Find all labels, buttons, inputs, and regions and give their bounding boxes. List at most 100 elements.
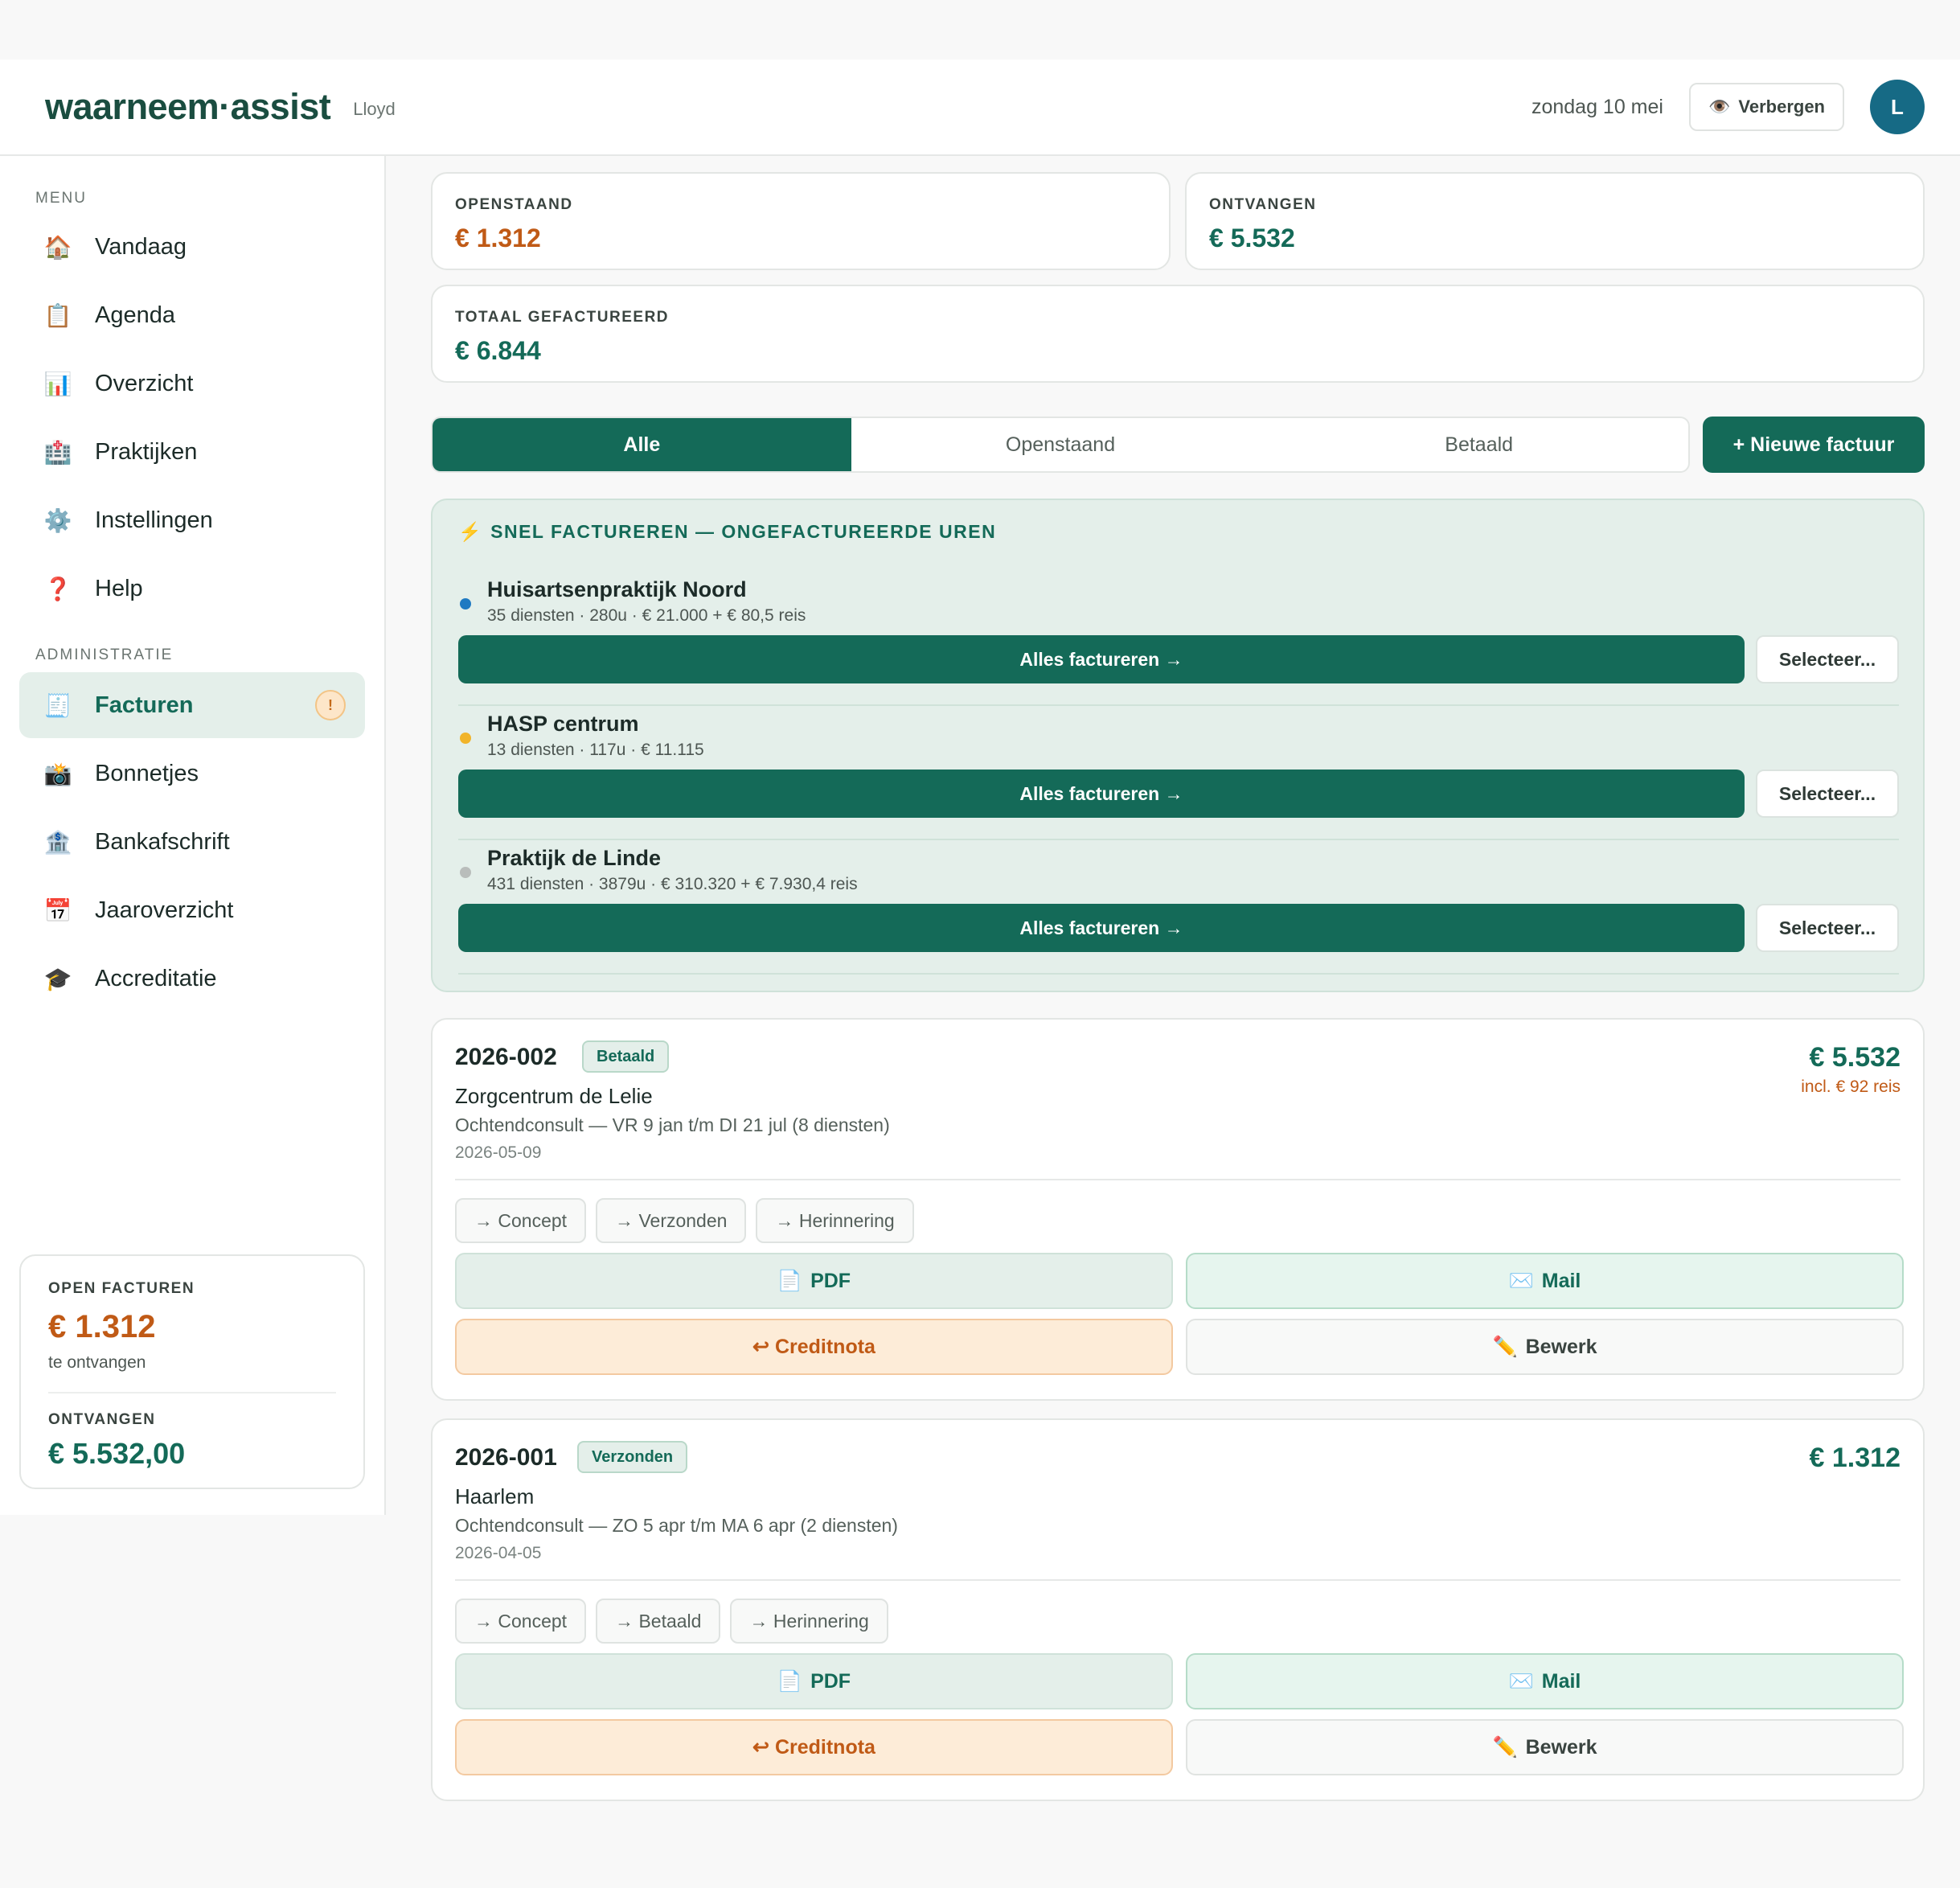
invoice-client: Haarlem [455, 1484, 535, 1508]
quick-row: Praktijk de Linde 431 diensten · 3879u ·… [458, 841, 1899, 975]
sidebar-item-accreditatie[interactable]: 🎓 Accreditatie [19, 946, 365, 1012]
tab-betaald[interactable]: Betaald [1269, 418, 1688, 471]
invoice-number: 2026-002 [455, 1044, 557, 1070]
practice-name: Praktijk de Linde [487, 846, 662, 870]
status-chip-betaald[interactable]: → Betaald [596, 1599, 721, 1644]
status-badge: Verzonden [577, 1441, 688, 1473]
sidebar-item-help[interactable]: ❓ Help [19, 556, 365, 622]
invoice-date: 2026-05-09 [455, 1143, 542, 1162]
pdf-label: PDF [810, 1669, 851, 1693]
sidebar-item-bankafschrift[interactable]: 🏦 Bankafschrift [19, 809, 365, 875]
sidebar-item-jaaroverzicht[interactable]: 📅 Jaaroverzicht [19, 877, 365, 943]
card-divider [455, 1179, 1901, 1180]
stat-value: € 1.312 [455, 224, 541, 252]
practice-color-dot [460, 598, 471, 609]
mail-button[interactable]: ✉️ Mail [1186, 1653, 1904, 1709]
invoice-description: Ochtendconsult — VR 9 jan t/m DI 21 jul … [455, 1114, 890, 1135]
current-date: zondag 10 mei [1531, 95, 1663, 118]
quick-invoice-panel: ⚡ SNEL FACTUREREN — ONGEFACTUREERDE UREN … [431, 499, 1925, 992]
invoice-amount: € 1.312 [1809, 1443, 1901, 1473]
lightning-icon: ⚡ [458, 521, 483, 542]
sidebar-item-overzicht[interactable]: 📊 Overzicht [19, 351, 365, 417]
practice-name: HASP centrum [487, 712, 639, 736]
open-invoices-sub: te ontvangen [48, 1353, 146, 1372]
menu-section-label: MENU [35, 190, 87, 207]
document-icon: 📄 [777, 1269, 803, 1292]
tab-alle[interactable]: Alle [433, 418, 851, 471]
sidebar-item-bonnetjes[interactable]: 📸 Bonnetjes [19, 741, 365, 807]
status-chip-verzonden[interactable]: → Verzonden [596, 1198, 747, 1243]
practice-meta: 13 diensten · 117u · € 11.115 [487, 741, 704, 759]
invoice-description: Ochtendconsult — ZO 5 apr t/m MA 6 apr (… [455, 1515, 898, 1536]
invoice-travel: incl. € 92 reis [1801, 1077, 1901, 1096]
envelope-icon: ✉️ [1508, 1269, 1534, 1292]
invoice-all-button[interactable]: Alles factureren → [458, 770, 1745, 818]
receipt-icon: 🧾 [43, 692, 72, 718]
invoice-client: Zorgcentrum de Lelie [455, 1084, 653, 1108]
question-icon: ❓ [43, 576, 72, 601]
edit-label: Bewerk [1525, 1335, 1597, 1358]
sidebar: MENU 🏠 Vandaag 📋 Agenda 📊 Overzicht 🏥 Pr… [0, 156, 386, 1515]
sidebar-item-vandaag[interactable]: 🏠 Vandaag [19, 214, 365, 280]
eye-icon: 👁️ [1708, 96, 1731, 117]
stat-totaal: TOTAAL GEFACTUREERD € 6.844 [431, 285, 1925, 383]
sidebar-item-label: Bonnetjes [95, 760, 199, 786]
mail-button[interactable]: ✉️ Mail [1186, 1253, 1904, 1309]
card-divider [455, 1579, 1901, 1581]
edit-button[interactable]: ✏️ Bewerk [1186, 1319, 1904, 1375]
credit-note-button[interactable]: ↩ Creditnota [455, 1719, 1173, 1775]
tab-openstaand[interactable]: Openstaand [851, 418, 1270, 471]
avatar[interactable]: L [1870, 80, 1925, 134]
select-button[interactable]: Selecteer... [1756, 635, 1899, 683]
summary-divider [48, 1392, 336, 1393]
received-amount: € 5.532,00 [48, 1437, 186, 1470]
invoice-number: 2026-001 [455, 1444, 557, 1471]
sidebar-item-label: Vandaag [95, 233, 187, 260]
mail-label: Mail [1541, 1269, 1581, 1292]
select-button[interactable]: Selecteer... [1756, 904, 1899, 952]
sidebar-item-label: Praktijken [95, 438, 198, 465]
stat-value: € 6.844 [455, 336, 541, 365]
pdf-button[interactable]: 📄 PDF [455, 1253, 1173, 1309]
status-chip-concept[interactable]: → Concept [455, 1198, 587, 1243]
quick-row: HASP centrum 13 diensten · 117u · € 11.1… [458, 707, 1899, 840]
received-label: ONTVANGEN [48, 1411, 156, 1428]
app-logo[interactable]: waarneem·assist [45, 86, 331, 128]
new-invoice-button[interactable]: + Nieuwe factuur [1703, 417, 1925, 473]
mail-label: Mail [1541, 1669, 1581, 1693]
credit-note-button[interactable]: ↩ Creditnota [455, 1319, 1173, 1375]
edit-button[interactable]: ✏️ Bewerk [1186, 1719, 1904, 1775]
top-bar: waarneem·assist Lloyd zondag 10 mei 👁️ V… [0, 60, 1960, 156]
invoice-filter-tabs: Alle Openstaand Betaald [431, 417, 1690, 473]
status-actions: → Concept → Betaald → Herinnering [455, 1599, 888, 1644]
sidebar-item-label: Bankafschrift [95, 828, 230, 855]
hide-amounts-button[interactable]: 👁️ Verbergen [1688, 83, 1844, 131]
invoice-all-button[interactable]: Alles factureren → [458, 904, 1745, 952]
sidebar-item-praktijken[interactable]: 🏥 Praktijken [19, 419, 365, 485]
sidebar-item-instellingen[interactable]: ⚙️ Instellingen [19, 487, 365, 553]
pdf-button[interactable]: 📄 PDF [455, 1653, 1173, 1709]
clipboard-icon: 📋 [43, 302, 72, 328]
status-chip-herinnering[interactable]: → Herinnering [730, 1599, 888, 1644]
envelope-icon: ✉️ [1508, 1669, 1534, 1693]
invoice-all-button[interactable]: Alles factureren → [458, 635, 1745, 683]
select-button[interactable]: Selecteer... [1756, 770, 1899, 818]
stat-label: TOTAAL GEFACTUREERD [455, 309, 670, 326]
bank-icon: 🏦 [43, 829, 72, 855]
sidebar-item-label: Accreditatie [95, 965, 217, 991]
sidebar-item-facturen[interactable]: 🧾 Facturen ! [19, 672, 365, 738]
edit-label: Bewerk [1525, 1735, 1597, 1759]
admin-section-label: ADMINISTRATIE [35, 646, 174, 663]
status-chip-concept[interactable]: → Concept [455, 1599, 587, 1644]
open-invoices-amount: € 1.312 [48, 1309, 156, 1344]
gear-icon: ⚙️ [43, 507, 72, 533]
graduation-cap-icon: 🎓 [43, 966, 72, 991]
status-chip-herinnering[interactable]: → Herinnering [756, 1198, 914, 1243]
sidebar-item-label: Jaaroverzicht [95, 897, 234, 923]
quick-invoice-title-text: SNEL FACTUREREN — ONGEFACTUREERDE UREN [490, 521, 997, 542]
sidebar-item-agenda[interactable]: 📋 Agenda [19, 282, 365, 348]
hide-amounts-label: Verbergen [1738, 96, 1825, 117]
pdf-label: PDF [810, 1269, 851, 1292]
invoice-card: 2026-002 Betaald € 5.532 incl. € 92 reis… [431, 1018, 1925, 1401]
practice-meta: 431 diensten · 3879u · € 310.320 + € 7.9… [487, 875, 858, 893]
